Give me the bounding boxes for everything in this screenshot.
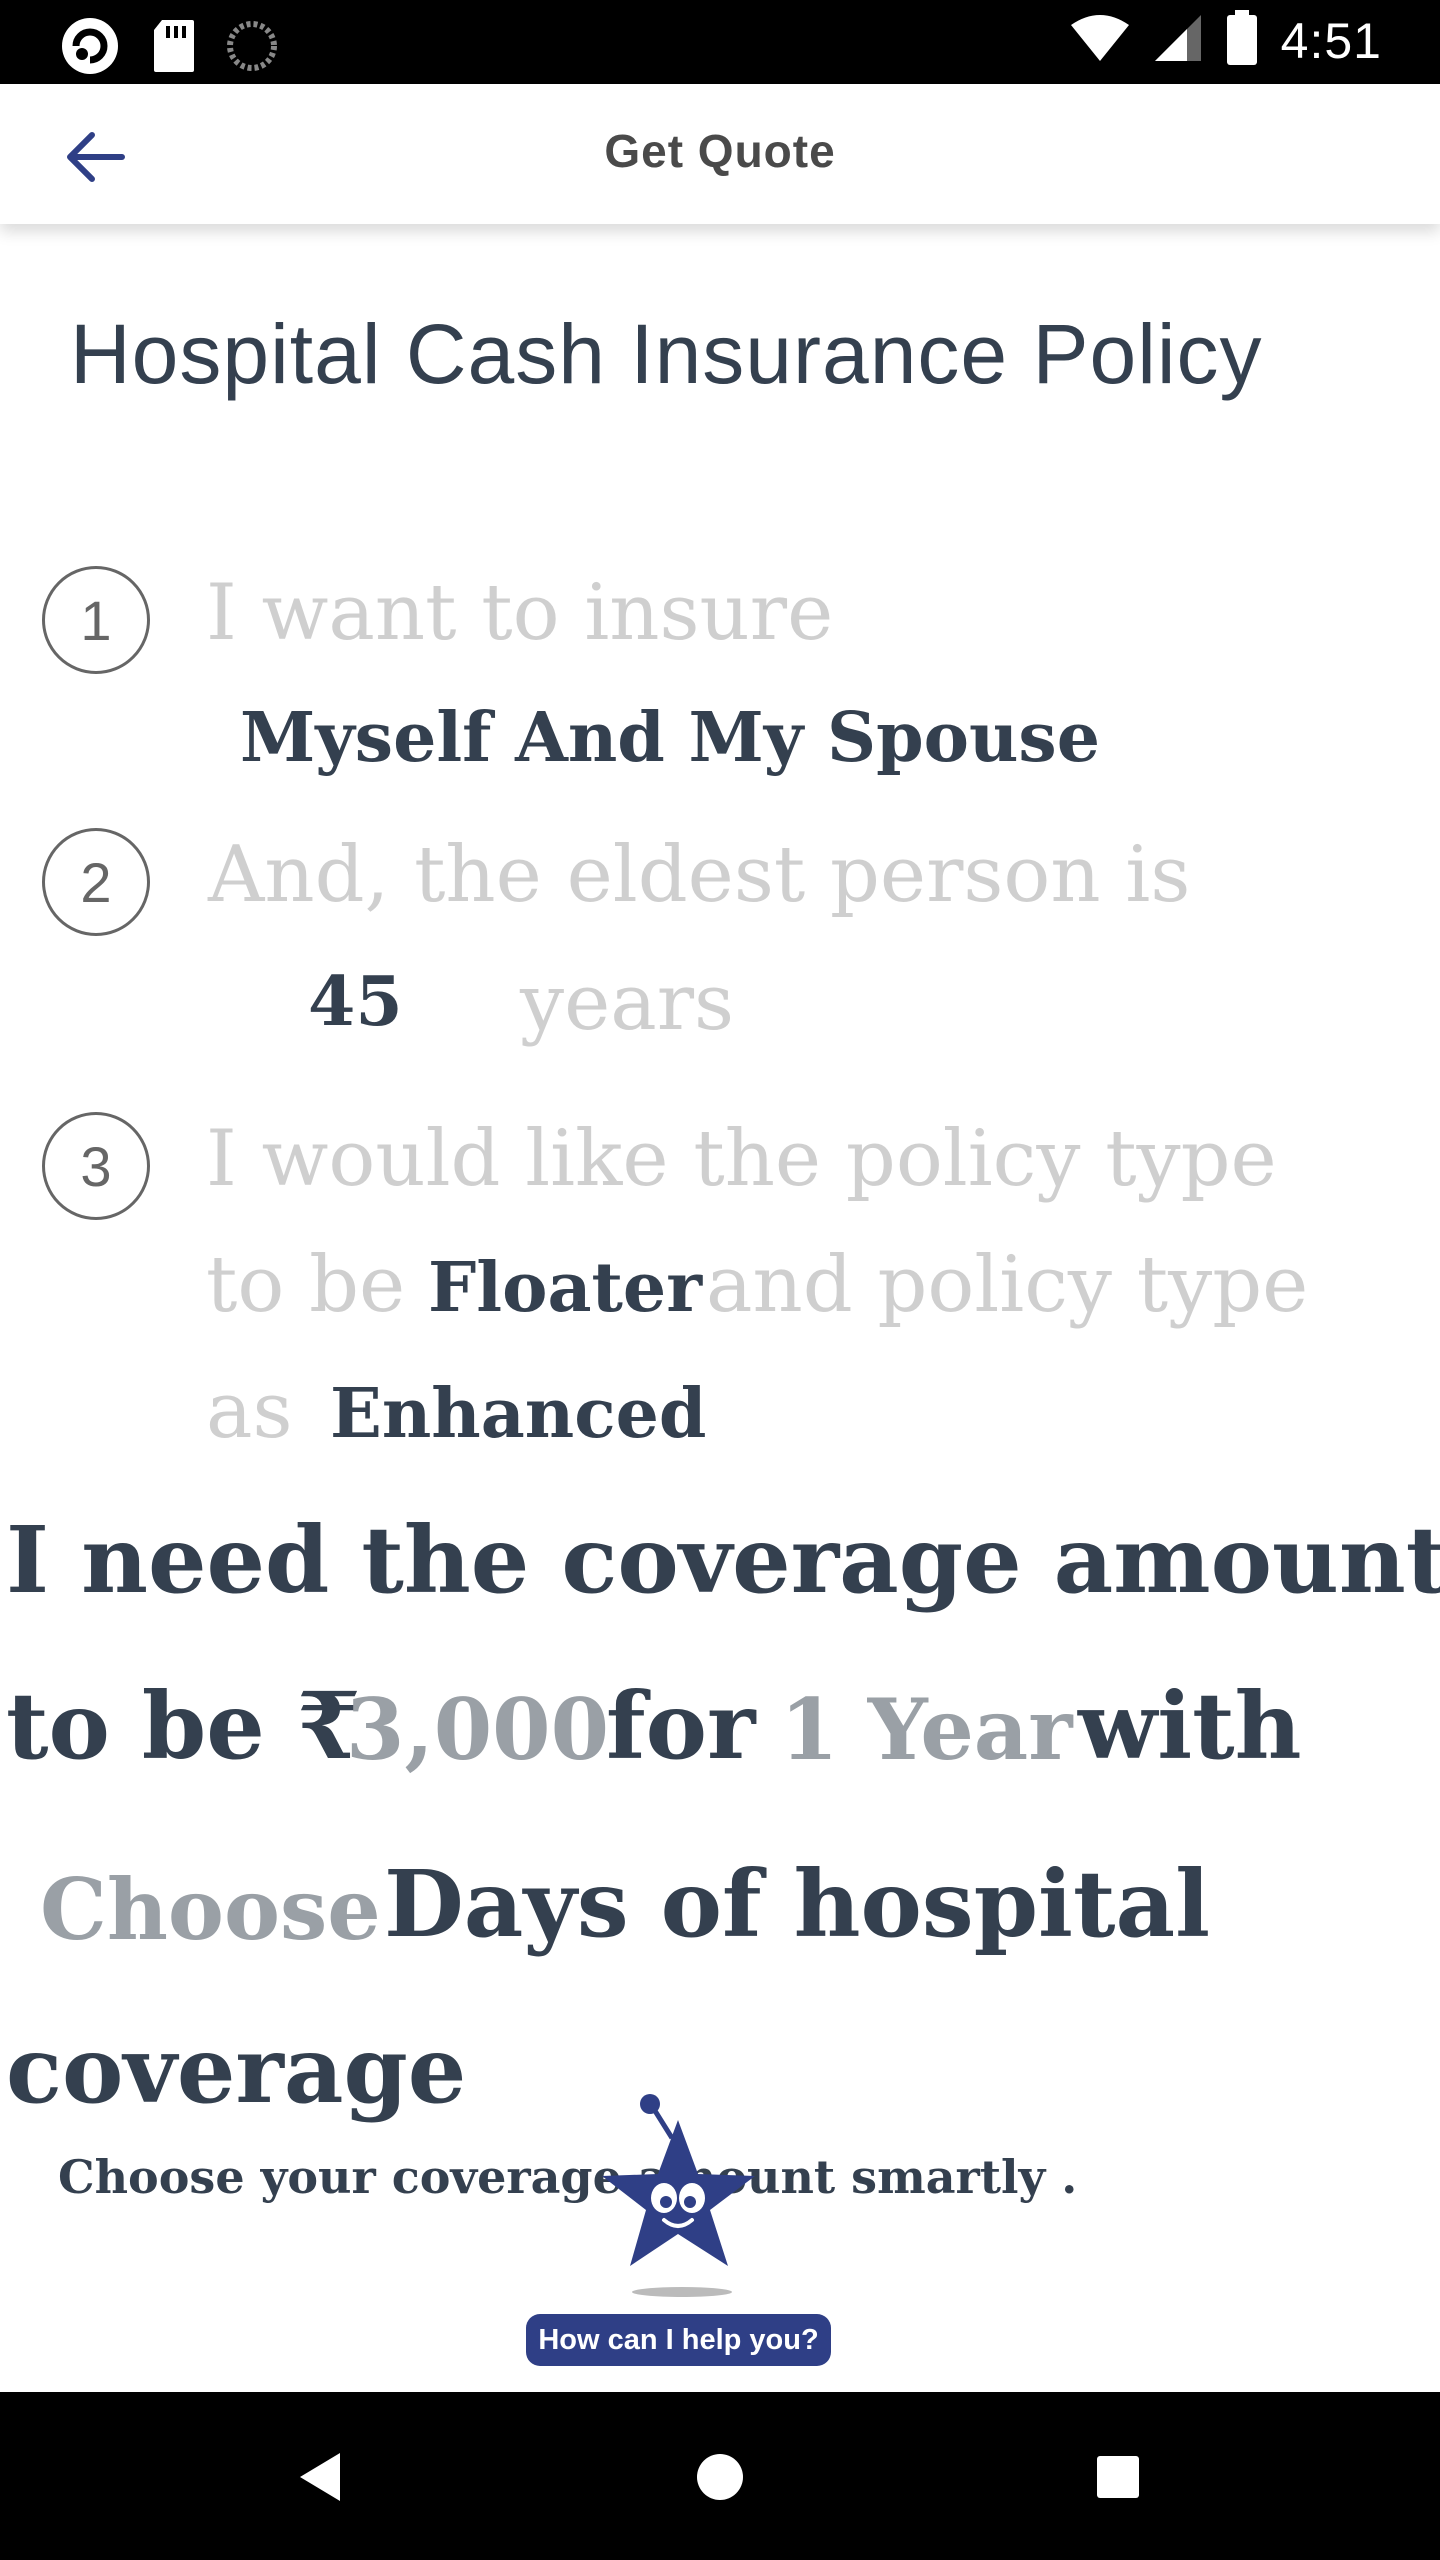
status-icons-right: 4:51 [1069, 10, 1382, 71]
wifi-icon [1069, 13, 1131, 68]
plan-variant-select[interactable]: Enhanced [330, 1374, 706, 1454]
navigation-bar [0, 2392, 1440, 2560]
page-title: Hospital Cash Insurance Policy [70, 307, 1263, 401]
step-3-to-be: to be [206, 1240, 406, 1330]
sd-card-icon [152, 18, 196, 79]
coverage-for: for [606, 1672, 756, 1780]
step-2-prefix: And, the eldest person is [208, 830, 1191, 920]
assistant-mascot[interactable] [600, 2090, 770, 2300]
insure-members-select[interactable]: Myself And My Spouse [240, 698, 1100, 778]
step-3-badge: 3 [42, 1112, 150, 1220]
coverage-line-1: I need the coverage amount [6, 1506, 1440, 1614]
step-1-prefix: I want to insure [206, 568, 834, 658]
policy-duration-select[interactable]: 1 Year [780, 1680, 1072, 1779]
status-bar: 4:51 [0, 0, 1440, 84]
coverage-amount-select[interactable]: 3,000 [346, 1680, 609, 1779]
policy-type-select[interactable]: Floater [428, 1248, 702, 1328]
app-bar-title: Get Quote [604, 125, 836, 177]
step-3-line1: I would like the policy type [206, 1114, 1277, 1204]
hospital-days-select[interactable]: Choose [40, 1860, 381, 1959]
status-time: 4:51 [1280, 12, 1382, 69]
coverage-line-4: coverage [6, 2016, 467, 2124]
status-icons-left [58, 14, 278, 83]
step-1-badge: 1 [42, 566, 150, 674]
app-bar: Get Quote [0, 84, 1440, 224]
battery-icon [1225, 10, 1259, 71]
app-icon [58, 14, 122, 83]
help-button[interactable]: How can I help you? [526, 2314, 831, 2366]
signal-icon [1153, 13, 1203, 68]
back-nav-icon[interactable] [286, 2442, 356, 2512]
age-unit-label: years [520, 958, 735, 1048]
eldest-age-select[interactable]: 45 [308, 962, 403, 1042]
recents-nav-icon[interactable] [1083, 2442, 1153, 2512]
sync-icon [226, 20, 278, 77]
step-2-badge: 2 [42, 828, 150, 936]
home-nav-icon[interactable] [685, 2442, 755, 2512]
coverage-with: with [1078, 1672, 1302, 1780]
coverage-to-be: to be ₹ [6, 1672, 361, 1780]
step-3-and-policy: and policy type [706, 1240, 1309, 1330]
step-3-as: as [206, 1366, 293, 1456]
coverage-hint: Choose your coverage amount smartly . [58, 2150, 1078, 2204]
coverage-days-label: Days of hospital [384, 1850, 1211, 1958]
star-mascot-icon [602, 2094, 755, 2297]
